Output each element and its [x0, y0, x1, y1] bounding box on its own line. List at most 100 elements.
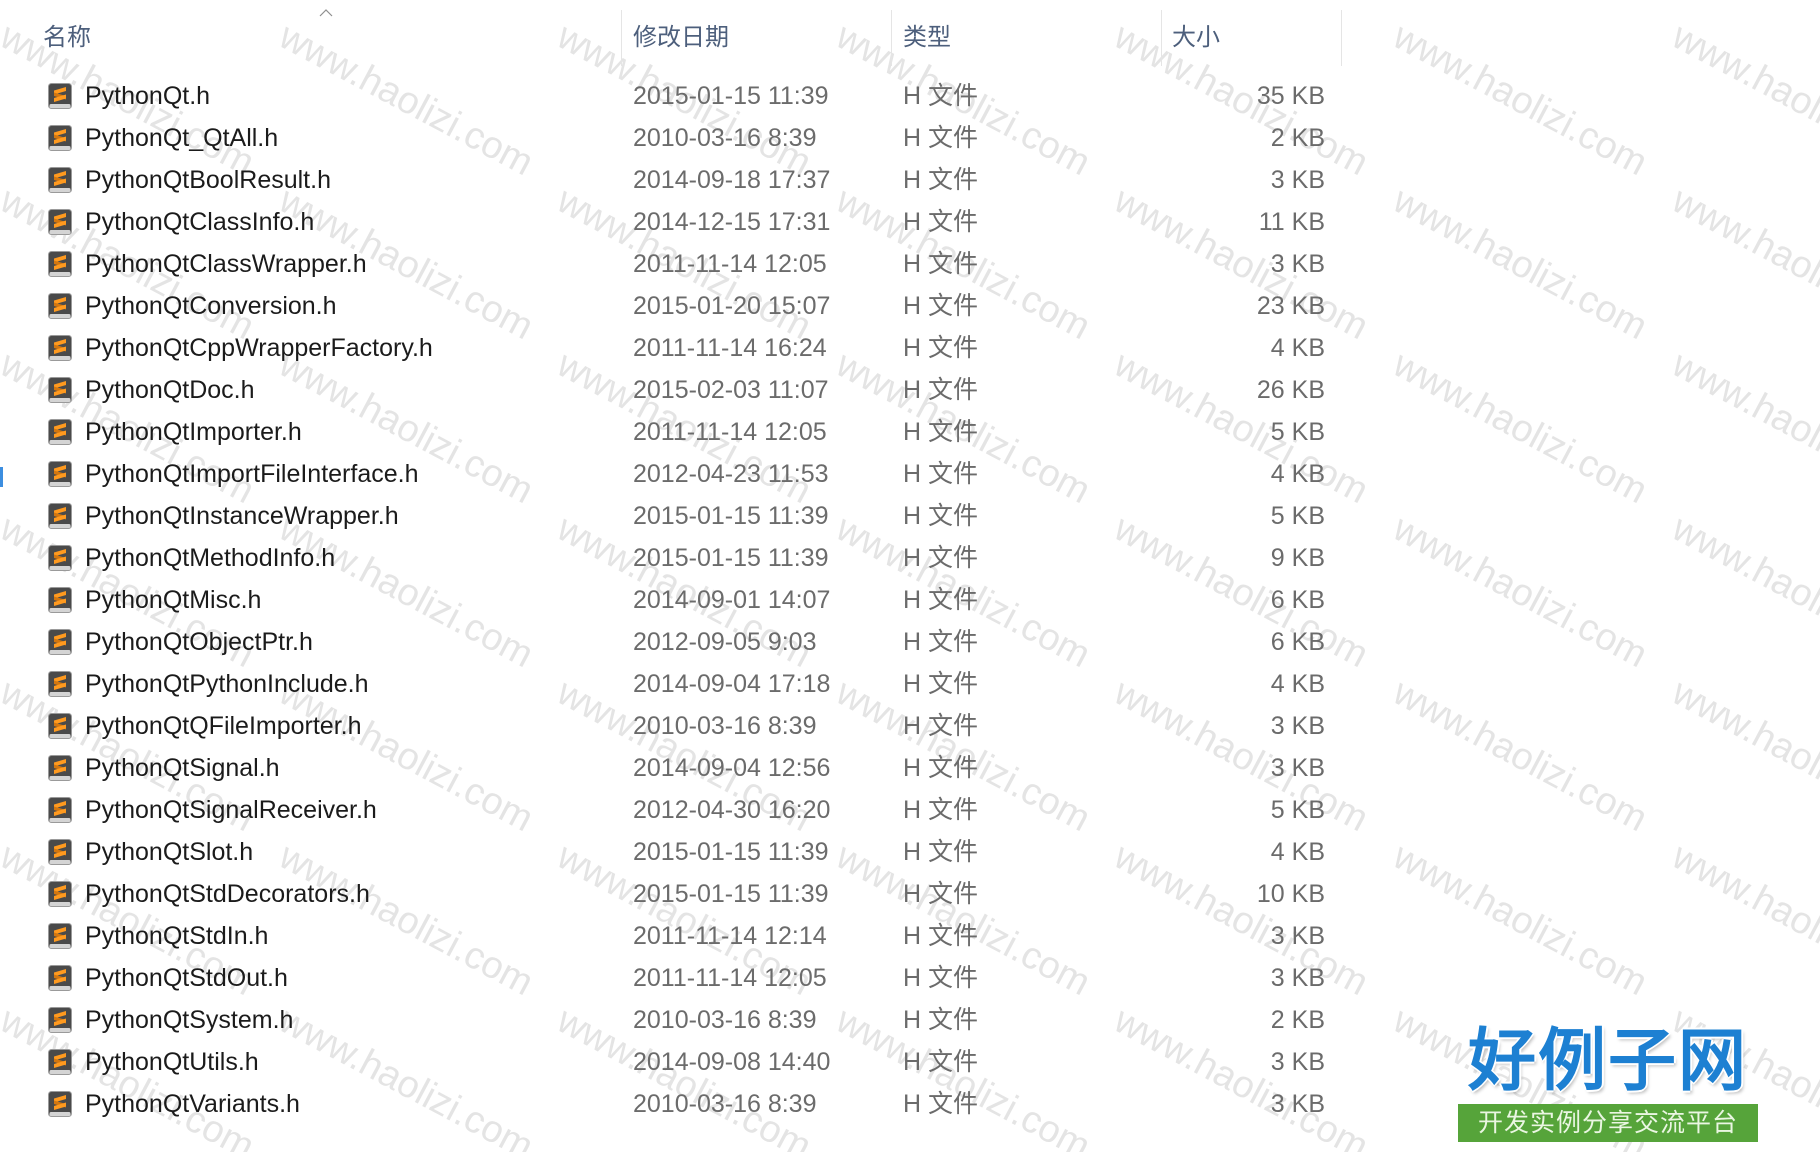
file-row[interactable]: PythonQtClassInfo.h 2014-12-15 17:31 H 文…: [36, 201, 1341, 243]
file-row[interactable]: PythonQtCppWrapperFactory.h 2011-11-14 1…: [36, 327, 1341, 369]
sublime-text-file-icon: [46, 208, 74, 236]
file-name: PythonQtStdOut.h: [85, 964, 288, 992]
file-row[interactable]: PythonQtBoolResult.h 2014-09-18 17:37 H …: [36, 159, 1341, 201]
file-row[interactable]: PythonQtPythonInclude.h 2014-09-04 17:18…: [36, 663, 1341, 705]
file-row[interactable]: PythonQtQFileImporter.h 2010-03-16 8:39 …: [36, 705, 1341, 747]
watermark-text: www.haolizi.com: [1386, 343, 1654, 513]
file-size: 4 KB: [1270, 670, 1325, 698]
file-row[interactable]: PythonQtSignal.h 2014-09-04 12:56 H 文件 3…: [36, 747, 1341, 789]
file-name: PythonQtBoolResult.h: [85, 166, 331, 194]
file-type: H 文件: [903, 250, 979, 278]
file-modified: 2014-09-18 17:37: [633, 166, 831, 194]
file-row[interactable]: PythonQtMisc.h 2014-09-01 14:07 H 文件 6 K…: [36, 579, 1341, 621]
file-type: H 文件: [903, 376, 979, 404]
file-row[interactable]: PythonQtMethodInfo.h 2015-01-15 11:39 H …: [36, 537, 1341, 579]
file-modified: 2010-03-16 8:39: [633, 712, 817, 740]
column-resize-handle[interactable]: [891, 10, 892, 66]
sublime-text-file-icon: [46, 670, 74, 698]
file-row[interactable]: PythonQtStdIn.h 2011-11-14 12:14 H 文件 3 …: [36, 915, 1341, 957]
file-row[interactable]: PythonQtVariants.h 2010-03-16 8:39 H 文件 …: [36, 1083, 1341, 1125]
column-header-name[interactable]: 名称: [30, 10, 621, 66]
file-modified: 2011-11-14 12:05: [633, 418, 827, 446]
file-size: 3 KB: [1270, 1048, 1325, 1076]
sublime-text-file-icon: [46, 712, 74, 740]
column-header-type[interactable]: 类型: [891, 10, 1161, 66]
sublime-text-file-icon: [46, 502, 74, 530]
file-name: PythonQtSignal.h: [85, 754, 280, 782]
sublime-text-file-icon: [46, 1006, 74, 1034]
file-type: H 文件: [903, 670, 979, 698]
file-type: H 文件: [903, 922, 979, 950]
file-size: 4 KB: [1270, 334, 1325, 362]
logo-tagline: 开发实例分享交流平台: [1458, 1104, 1758, 1142]
file-modified: 2014-09-08 14:40: [633, 1048, 831, 1076]
file-modified: 2015-01-15 11:39: [633, 838, 829, 866]
column-header-modified[interactable]: 修改日期: [621, 10, 891, 66]
file-size: 5 KB: [1270, 796, 1325, 824]
sublime-text-file-icon: [46, 754, 74, 782]
file-modified: 2014-09-01 14:07: [633, 586, 831, 614]
file-row[interactable]: PythonQtStdDecorators.h 2015-01-15 11:39…: [36, 873, 1341, 915]
column-header-bar: 名称 修改日期 类型 大小: [0, 0, 1342, 70]
file-name: PythonQt.h: [85, 82, 211, 110]
column-resize-handle[interactable]: [621, 10, 622, 66]
file-row[interactable]: PythonQtUtils.h 2014-09-08 14:40 H 文件 3 …: [36, 1041, 1341, 1083]
file-type: H 文件: [903, 208, 979, 236]
file-size: 4 KB: [1270, 460, 1325, 488]
sublime-text-file-icon: [46, 796, 74, 824]
sublime-text-file-icon: [46, 922, 74, 950]
watermark-text: www.haolizi.com: [1386, 179, 1654, 349]
file-modified: 2010-03-16 8:39: [633, 1006, 817, 1034]
file-type: H 文件: [903, 964, 979, 992]
file-size: 10 KB: [1256, 880, 1325, 908]
file-name: PythonQtInstanceWrapper.h: [85, 502, 399, 530]
file-size: 35 KB: [1256, 82, 1325, 110]
file-size: 3 KB: [1270, 712, 1325, 740]
file-type: H 文件: [903, 124, 979, 152]
sublime-text-file-icon: [46, 1090, 74, 1118]
file-modified: 2011-11-14 16:24: [633, 334, 827, 362]
file-size: 3 KB: [1270, 250, 1325, 278]
file-name: PythonQtMisc.h: [85, 586, 262, 614]
file-row[interactable]: PythonQt_QtAll.h 2010-03-16 8:39 H 文件 2 …: [36, 117, 1341, 159]
file-type: H 文件: [903, 82, 979, 110]
column-resize-handle[interactable]: [1161, 10, 1162, 66]
file-row[interactable]: PythonQtImportFileInterface.h 2012-04-23…: [36, 453, 1341, 495]
file-modified: 2015-01-15 11:39: [633, 82, 829, 110]
chevron-up-icon: [319, 9, 333, 17]
watermark-text: www.haolizi.com: [1664, 343, 1820, 513]
sublime-text-file-icon: [46, 1048, 74, 1076]
file-modified: 2012-04-23 11:53: [633, 460, 829, 488]
file-row[interactable]: PythonQtInstanceWrapper.h 2015-01-15 11:…: [36, 495, 1341, 537]
file-modified: 2015-01-20 15:07: [633, 292, 831, 320]
watermark-text: www.haolizi.com: [1664, 507, 1820, 677]
file-type: H 文件: [903, 1048, 979, 1076]
sublime-text-file-icon: [46, 628, 74, 656]
file-row[interactable]: PythonQtSlot.h 2015-01-15 11:39 H 文件 4 K…: [36, 831, 1341, 873]
file-size: 9 KB: [1270, 544, 1325, 572]
file-name: PythonQtClassWrapper.h: [85, 250, 367, 278]
column-resize-handle[interactable]: [1341, 10, 1342, 66]
watermark-text: www.haolizi.com: [1664, 671, 1820, 841]
file-row[interactable]: PythonQtSystem.h 2010-03-16 8:39 H 文件 2 …: [36, 999, 1341, 1041]
file-row[interactable]: PythonQtConversion.h 2015-01-20 15:07 H …: [36, 285, 1341, 327]
file-name: PythonQtSlot.h: [85, 838, 254, 866]
site-logo: 好例子网 开发实例分享交流平台: [1458, 1022, 1758, 1142]
file-name: PythonQtVariants.h: [85, 1090, 300, 1118]
sublime-text-file-icon: [46, 586, 74, 614]
file-modified: 2011-11-14 12:05: [633, 964, 827, 992]
file-explorer-details-view: www.haolizi.com www.haolizi.com www.haoliz…: [0, 0, 1820, 1152]
file-modified: 2010-03-16 8:39: [633, 1090, 817, 1118]
file-row[interactable]: PythonQtDoc.h 2015-02-03 11:07 H 文件 26 K…: [36, 369, 1341, 411]
column-header-size[interactable]: 大小: [1161, 10, 1341, 66]
file-row[interactable]: PythonQtSignalReceiver.h 2012-04-30 16:2…: [36, 789, 1341, 831]
file-row[interactable]: PythonQtStdOut.h 2011-11-14 12:05 H 文件 3…: [36, 957, 1341, 999]
watermark-text: www.haolizi.com: [1664, 179, 1820, 349]
file-row[interactable]: PythonQtClassWrapper.h 2011-11-14 12:05 …: [36, 243, 1341, 285]
file-name: PythonQtMethodInfo.h: [85, 544, 336, 572]
file-row[interactable]: PythonQtObjectPtr.h 2012-09-05 9:03 H 文件…: [36, 621, 1341, 663]
file-row[interactable]: PythonQt.h 2015-01-15 11:39 H 文件 35 KB: [36, 75, 1341, 117]
file-type: H 文件: [903, 838, 979, 866]
file-modified: 2015-01-15 11:39: [633, 880, 829, 908]
file-row[interactable]: PythonQtImporter.h 2011-11-14 12:05 H 文件…: [36, 411, 1341, 453]
